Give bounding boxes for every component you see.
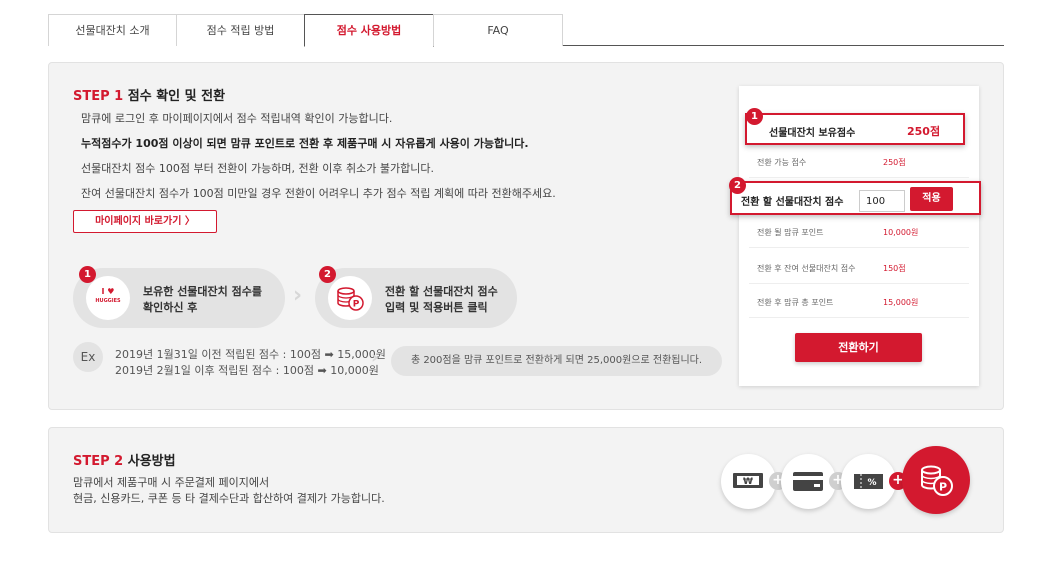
huggies-logo-heart: I ♥ [101,287,115,296]
step1-title: 점수 확인 및 전환 [127,89,226,104]
held-score-highlight: 선물대잔치 보유점수 250점 [745,113,965,145]
remaining-score-row: 전환 후 잔여 선물대잔치 점수 150점 [749,250,969,284]
convertible-score-label: 전환 가능 점수 [757,158,807,167]
guide-step-1-badge: 1 [79,266,96,283]
huggies-logo-icon: I ♥ HUGGIES [86,276,130,320]
example-line-1: 2019년 1월31일 이전 적립된 점수 : 100점 ➡ 15,000원 [115,348,386,361]
converted-points-label: 전환 될 맘큐 포인트 [757,228,824,237]
guide-step-2-text: 전환 할 선물대잔치 점수 입력 및 적용버튼 클릭 [385,284,498,316]
card-badge-1: 1 [746,108,763,125]
guide-step-1-line2: 확인하신 후 [143,301,198,314]
guide-step-2-line2: 입력 및 적용버튼 클릭 [385,301,488,314]
total-points-label: 전환 후 맘큐 총 포인트 [757,298,834,307]
chevron-right-icon: › [371,347,379,368]
card-badge-2: 2 [729,177,746,194]
tab-bar: 선물대잔치 소개 점수 적립 방법 점수 사용방법 FAQ [48,14,1004,47]
held-score-label: 선물대잔치 보유점수 [769,128,856,139]
tab-faq[interactable]: FAQ [433,14,563,46]
converted-points-row: 전환 될 맘큐 포인트 10,000원 [749,214,969,248]
svg-text:P: P [353,300,360,310]
total-points-value: 15,000원 [883,298,919,307]
cash-won-icon: ₩ [721,454,776,509]
tab-intro[interactable]: 선물대잔치 소개 [48,14,177,46]
step2-title: 사용방법 [127,454,176,469]
step1-heading: STEP 1 점수 확인 및 전환 [73,85,225,104]
guide-step-1-text: 보유한 선물대잔치 점수를 확인하신 후 [143,284,262,316]
step1-line-1: 맘큐에 로그인 후 마이페이지에서 점수 적립내역 확인이 가능합니다. [81,112,393,125]
converted-points-value: 10,000원 [883,228,919,237]
guide-step-2: P 전환 할 선물대잔치 점수 입력 및 적용버튼 클릭 [315,268,517,328]
example-line-2: 2019년 2월1일 이후 적립된 점수 : 100점 ➡ 10,000원 [115,364,379,377]
example-badge: Ex [73,342,103,372]
guide-step-2-line1: 전환 할 선물대잔치 점수 [385,285,498,298]
total-points-row: 전환 후 맘큐 총 포인트 15,000원 [749,284,969,318]
mypage-shortcut-button[interactable]: 마이페이지 바로가기 〉 [73,210,217,233]
convert-score-label: 전환 할 선물대잔치 점수 [741,197,844,208]
guide-step-2-badge: 2 [319,266,336,283]
step2-line-2: 현금, 신용카드, 쿠폰 등 타 결제수단과 합산하여 결제가 가능합니다. [73,492,385,505]
huggies-logo-text: HUGGIES [95,298,121,304]
held-score-value: 250점 [907,125,941,138]
step2-line-1: 맘큐에서 제품구매 시 주문결제 페이지에서 [73,476,270,489]
coupon-icon: % [841,454,896,509]
guide-step-1-line1: 보유한 선물대잔치 점수를 [143,285,262,298]
step1-line-4: 잔여 선물대잔치 점수가 100점 미만일 경우 전환이 어려우니 추가 점수 … [81,187,556,200]
convertible-score-value: 250점 [883,158,906,167]
step2-heading: STEP 2 사용방법 [73,450,176,469]
guide-step-1: I ♥ HUGGIES 보유한 선물대잔치 점수를 확인하신 후 [73,268,285,328]
point-coin-icon: P [902,446,970,514]
step1-panel: STEP 1 점수 확인 및 전환 맘큐에 로그인 후 마이페이지에서 점수 적… [48,62,1004,410]
convert-score-input[interactable] [859,190,905,212]
svg-text:P: P [939,481,947,494]
remaining-score-value: 150점 [883,264,906,273]
step1-line-2: 누적점수가 100점 이상이 되면 맘큐 포인트로 전환 후 제품구매 시 자유… [81,137,529,150]
step2-label: STEP 2 [73,454,124,469]
credit-card-icon [781,454,836,509]
apply-button[interactable]: 적용 [910,187,953,211]
remaining-score-label: 전환 후 잔여 선물대잔치 점수 [757,264,856,273]
coupon-percent-symbol: % [867,478,876,488]
tab-earn-method[interactable]: 점수 적립 방법 [176,14,305,46]
chevron-right-icon: › [293,283,303,308]
step1-line-3: 선물대잔치 점수 100점 부터 전환이 가능하며, 전환 이후 취소가 불가합… [81,162,434,175]
convert-score-highlight: 전환 할 선물대잔치 점수 적용 [730,181,981,215]
coin-stack-icon: P [328,276,372,320]
cash-won-symbol: ₩ [743,477,753,487]
step1-label: STEP 1 [73,89,124,104]
tab-usage-method[interactable]: 점수 사용방법 [304,14,434,47]
convertible-score-row: 전환 가능 점수 250점 [749,144,969,178]
step2-panel: STEP 2 사용방법 맘큐에서 제품구매 시 주문결제 페이지에서 현금, 신… [48,427,1004,533]
example-summary: 총 200점을 맘큐 포인트로 전환하게 되면 25,000원으로 전환됩니다. [391,346,722,376]
convert-button[interactable]: 전환하기 [795,333,922,362]
